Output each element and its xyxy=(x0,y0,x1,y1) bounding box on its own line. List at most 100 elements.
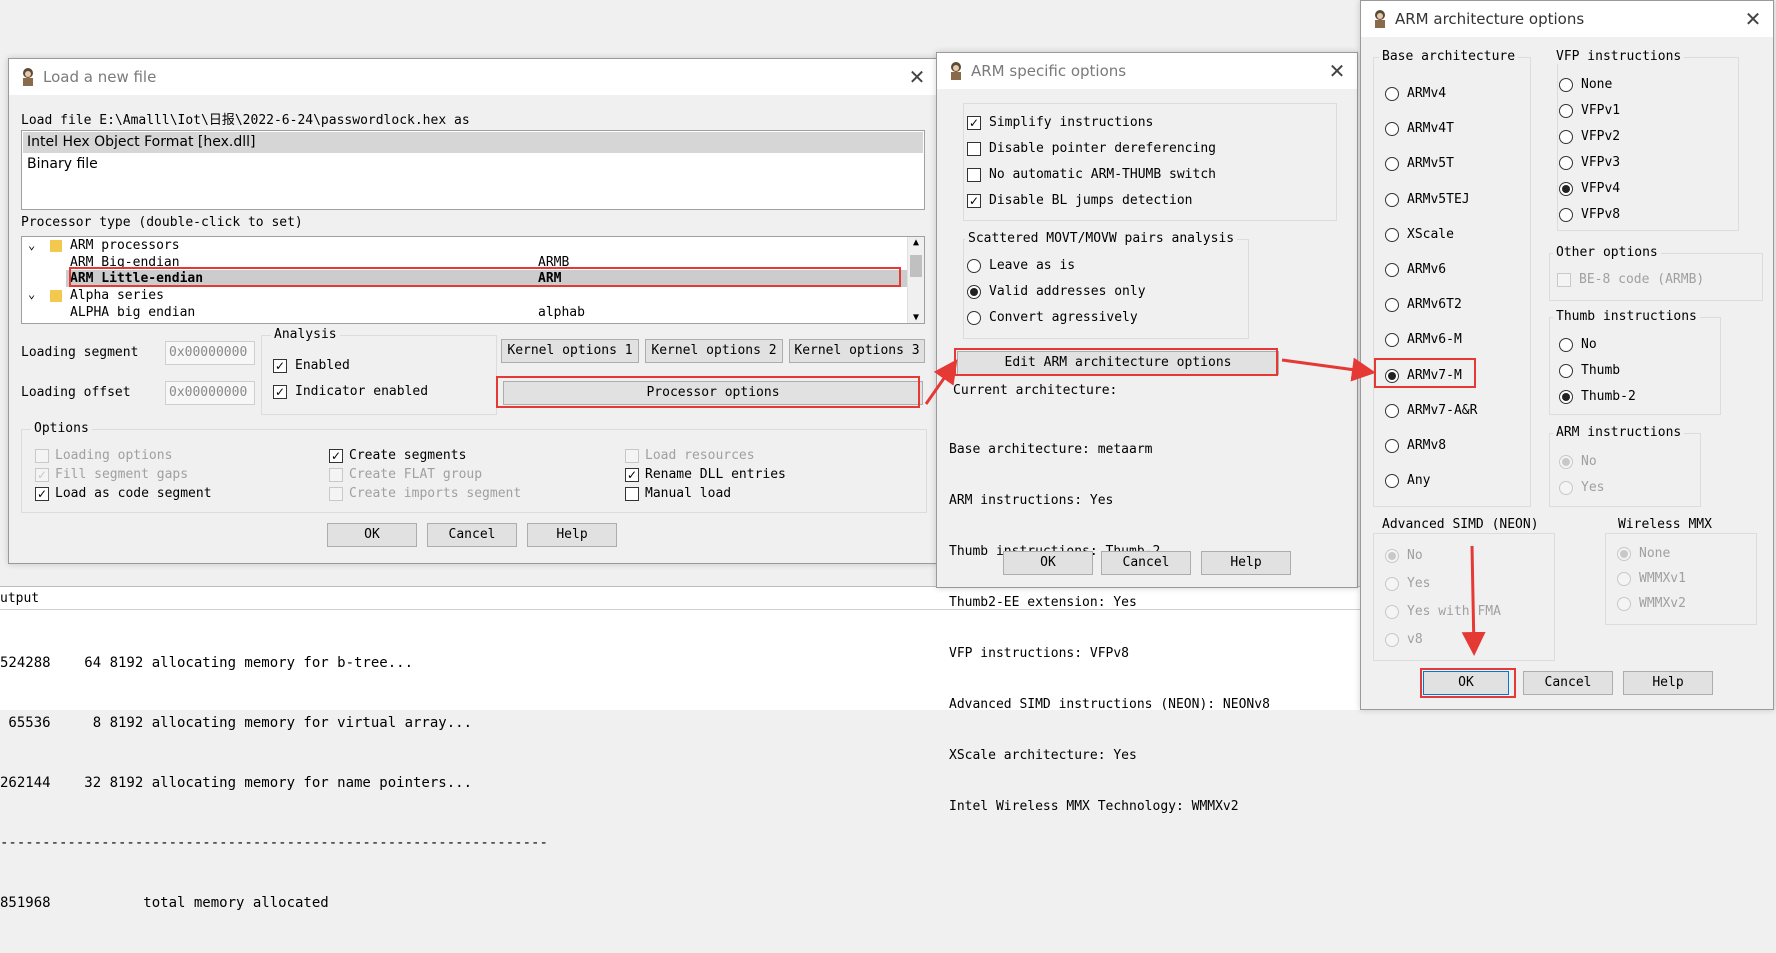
simd-radio[interactable] xyxy=(1385,605,1399,619)
be8-checkbox[interactable] xyxy=(1557,273,1571,287)
base-label: ARMv6T2 xyxy=(1407,297,1462,313)
base-radio[interactable] xyxy=(1385,227,1399,242)
base-label: ARMv4T xyxy=(1407,121,1454,137)
close-icon[interactable]: ✕ xyxy=(1741,7,1765,31)
simd-radio[interactable] xyxy=(1385,549,1399,563)
vfp-radio[interactable] xyxy=(1559,182,1573,196)
kernel-options-3-button[interactable]: Kernel options 3 xyxy=(789,339,925,363)
base-radio[interactable] xyxy=(1385,403,1399,418)
wmmx-radio[interactable] xyxy=(1617,572,1631,586)
vfp-radio[interactable] xyxy=(1559,78,1573,92)
cancel-button[interactable]: Cancel xyxy=(1101,551,1191,575)
help-button[interactable]: Help xyxy=(1201,551,1291,575)
cancel-button[interactable]: Cancel xyxy=(1523,671,1613,695)
imports-segment-label: Create imports segment xyxy=(349,486,522,501)
tree-expand-icon[interactable]: ⌄ xyxy=(28,287,35,301)
simd-radio[interactable] xyxy=(1385,577,1399,591)
thumb-radio[interactable] xyxy=(1559,390,1573,404)
app-icon xyxy=(23,68,33,86)
rename-dll-label: Rename DLL entries xyxy=(645,467,786,482)
help-button[interactable]: Help xyxy=(527,523,617,547)
vfp-radio[interactable] xyxy=(1559,130,1573,144)
no-thumb-switch-checkbox[interactable] xyxy=(967,168,981,182)
loading-options-checkbox[interactable] xyxy=(35,449,49,463)
fill-gaps-label: Fill segment gaps xyxy=(55,467,189,482)
scroll-up-icon[interactable]: ▲ xyxy=(908,237,924,248)
load-file-path: Load file E:\Amalll\Iot\日报\2022-6-24\pas… xyxy=(21,113,470,128)
disable-deref-checkbox[interactable] xyxy=(967,142,981,156)
loading-offset-field[interactable]: 0x00000000 xyxy=(165,381,255,405)
rename-dll-checkbox[interactable]: ✓ xyxy=(625,468,639,482)
close-icon[interactable]: ✕ xyxy=(905,65,929,89)
tree-item-arm-little[interactable]: ARM Little-endian xyxy=(70,271,203,286)
wmmx-label: WMMXv1 xyxy=(1639,571,1686,586)
fill-gaps-checkbox[interactable]: ✓ xyxy=(35,468,49,482)
simd-group xyxy=(1373,533,1555,661)
disable-bl-checkbox[interactable]: ✓ xyxy=(967,194,981,208)
create-segments-label: Create segments xyxy=(349,448,467,463)
ok-button[interactable]: OK xyxy=(1003,551,1093,575)
vfp-radio[interactable] xyxy=(1559,156,1573,170)
convert-radio[interactable] xyxy=(967,311,981,325)
load-resources-checkbox[interactable] xyxy=(625,449,639,463)
kernel-options-1-button[interactable]: Kernel options 1 xyxy=(501,339,639,363)
cancel-button[interactable]: Cancel xyxy=(427,523,517,547)
tree-group-arm[interactable]: ARM processors xyxy=(70,238,180,253)
enabled-checkbox[interactable]: ✓ xyxy=(273,359,287,373)
format-item-selected[interactable]: Intel Hex Object Format [hex.dll] xyxy=(23,132,923,153)
app-icon xyxy=(1375,10,1385,28)
kernel-options-2-button[interactable]: Kernel options 2 xyxy=(645,339,783,363)
simd-radio[interactable] xyxy=(1385,633,1399,647)
format-item[interactable]: Binary file xyxy=(23,154,923,175)
format-list[interactable]: Intel Hex Object Format [hex.dll] Binary… xyxy=(21,130,925,210)
armins-radio[interactable] xyxy=(1559,481,1573,495)
code-segment-checkbox[interactable]: ✓ xyxy=(35,487,49,501)
base-label: ARMv7-M xyxy=(1407,367,1462,383)
wmmx-title: Wireless MMX xyxy=(1615,517,1715,532)
wmmx-radio[interactable] xyxy=(1617,597,1631,611)
base-radio[interactable] xyxy=(1385,263,1399,277)
loading-segment-field[interactable]: 0x00000000 xyxy=(165,341,255,365)
wmmx-radio[interactable] xyxy=(1617,547,1631,561)
imports-segment-checkbox[interactable] xyxy=(329,487,343,501)
leave-as-is-radio[interactable] xyxy=(967,259,981,273)
vfp-radio[interactable] xyxy=(1559,208,1573,222)
create-segments-checkbox[interactable]: ✓ xyxy=(329,449,343,463)
close-icon[interactable]: ✕ xyxy=(1325,59,1349,83)
tree-item-alpha-big[interactable]: ALPHA big endian xyxy=(70,305,195,320)
simplify-checkbox[interactable]: ✓ xyxy=(967,116,981,130)
load-file-dialog: Load a new file ✕ Load file E:\Amalll\Io… xyxy=(8,58,938,564)
scroll-down-icon[interactable]: ▼ xyxy=(908,312,924,323)
indicator-checkbox[interactable]: ✓ xyxy=(273,385,287,399)
manual-load-checkbox[interactable] xyxy=(625,487,639,501)
tree-group-alpha[interactable]: Alpha series xyxy=(70,288,164,303)
armins-radio[interactable] xyxy=(1559,455,1573,469)
code-segment-label: Load as code segment xyxy=(55,486,212,501)
base-radio[interactable] xyxy=(1385,439,1399,453)
valid-addresses-radio[interactable] xyxy=(967,285,981,299)
vfp-radio[interactable] xyxy=(1559,104,1573,118)
tree-item-arm-big[interactable]: ARM Big-endian xyxy=(70,255,180,270)
flat-group-checkbox[interactable] xyxy=(329,468,343,482)
processor-tree[interactable]: ⌄ ARM processors ARM Big-endian ARMB ARM… xyxy=(21,236,925,324)
help-button[interactable]: Help xyxy=(1623,671,1713,695)
tree-scrollbar[interactable]: ▲ ▼ xyxy=(907,237,924,323)
base-radio[interactable] xyxy=(1385,192,1399,207)
ok-button[interactable]: OK xyxy=(1423,671,1509,695)
thumb-radio[interactable] xyxy=(1559,338,1573,352)
output-line: 262144 32 8192 allocating memory for nam… xyxy=(0,775,473,791)
arm-ins-title: ARM instructions xyxy=(1553,425,1685,440)
base-radio[interactable] xyxy=(1385,87,1399,101)
vfp-label: VFPv4 xyxy=(1581,181,1621,196)
edit-arch-button[interactable]: Edit ARM architecture options xyxy=(957,351,1279,375)
base-radio[interactable] xyxy=(1385,368,1399,383)
disable-deref-label: Disable pointer dereferencing xyxy=(989,141,1216,156)
loading-segment-label: Loading segment xyxy=(21,345,139,360)
ok-button[interactable]: OK xyxy=(327,523,417,547)
folder-icon xyxy=(50,290,62,302)
thumb-radio[interactable] xyxy=(1559,364,1573,378)
tree-expand-icon[interactable]: ⌄ xyxy=(28,238,35,252)
scroll-thumb[interactable] xyxy=(910,255,922,277)
thumb-label: No xyxy=(1581,337,1597,352)
processor-options-button[interactable]: Processor options xyxy=(503,381,923,405)
